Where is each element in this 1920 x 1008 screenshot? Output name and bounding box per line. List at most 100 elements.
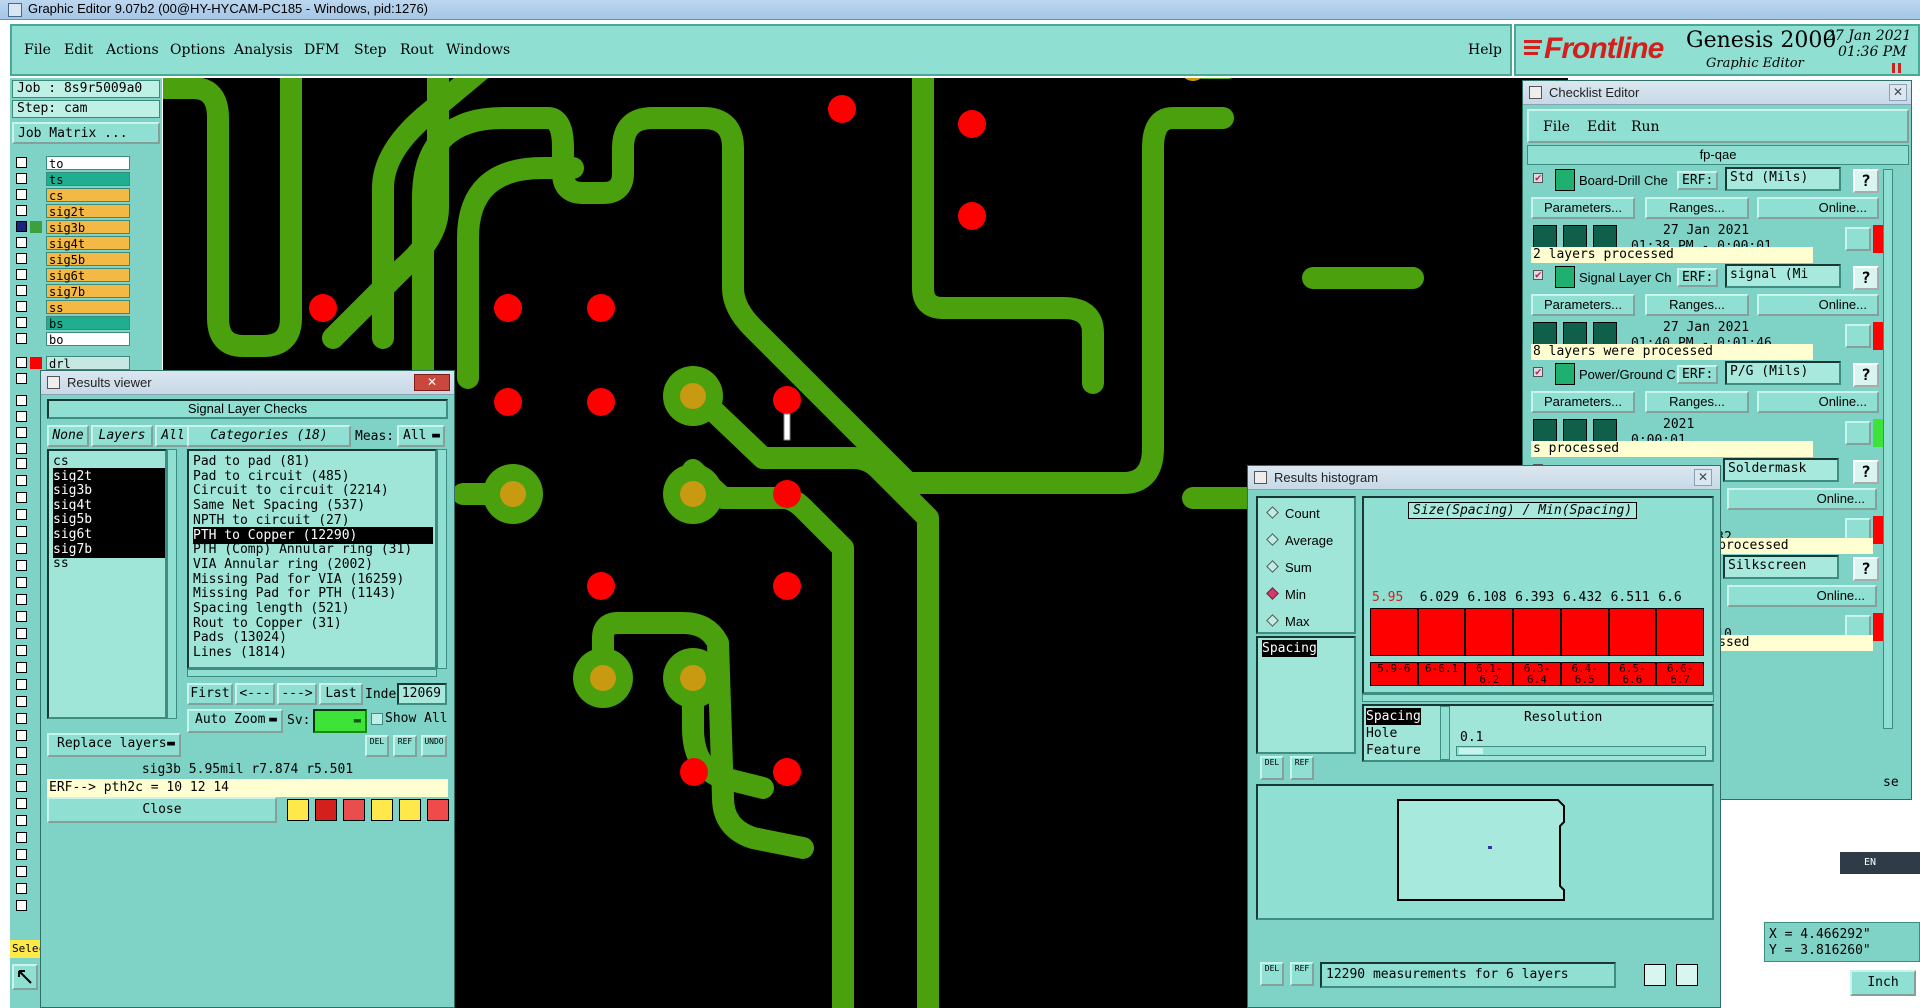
del-button[interactable]: DEL: [365, 735, 389, 757]
layer-name[interactable]: sig3b: [46, 220, 130, 235]
preview-ref-button[interactable]: REF: [1290, 962, 1314, 986]
layer-color-swatch[interactable]: [30, 189, 42, 201]
layer-row-cs[interactable]: cs: [16, 188, 140, 203]
layer-name[interactable]: bs: [46, 316, 130, 331]
resolution-slider-thumb[interactable]: [1459, 748, 1483, 754]
type-feature[interactable]: Feature: [1366, 742, 1421, 759]
layer-visibility-checkbox[interactable]: [16, 317, 27, 328]
excluded-icon[interactable]: [343, 799, 365, 821]
prev-button[interactable]: <---: [235, 683, 275, 705]
layer-row-bo[interactable]: bo: [16, 332, 140, 347]
layer-visibility-checkbox[interactable]: [16, 730, 27, 741]
histogram-del-button[interactable]: DEL: [1260, 756, 1284, 780]
online-button[interactable]: Online...: [1727, 488, 1877, 510]
last-button[interactable]: Last: [319, 683, 363, 705]
layer-color-swatch[interactable]: [30, 237, 42, 249]
layer-visibility-checkbox[interactable]: [16, 747, 27, 758]
radio-max[interactable]: Max: [1266, 614, 1310, 629]
layer-visibility-checkbox[interactable]: [16, 560, 27, 571]
zoom-results-icon[interactable]: [1845, 421, 1871, 445]
menu-dfm[interactable]: DFM: [304, 42, 339, 58]
run-action-icon[interactable]: [1593, 322, 1617, 346]
checklist-menu-run[interactable]: Run: [1631, 119, 1660, 135]
menu-windows[interactable]: Windows: [446, 42, 510, 58]
layer-visibility-checkbox[interactable]: [16, 411, 27, 422]
erf-value-field[interactable]: Std (Mils): [1725, 167, 1841, 191]
layer-color-swatch[interactable]: [30, 317, 42, 329]
layer-name[interactable]: sig7b: [46, 284, 130, 299]
histogram-icon[interactable]: [427, 799, 449, 821]
layer-visibility-checkbox[interactable]: [16, 866, 27, 877]
layer-visibility-checkbox[interactable]: [16, 492, 27, 503]
run-action-icon[interactable]: [1563, 419, 1587, 443]
layer-visibility-checkbox[interactable]: [16, 253, 27, 264]
menu-actions[interactable]: Actions: [106, 42, 159, 58]
layer-row-drl[interactable]: drl: [16, 356, 140, 371]
layer-visibility-checkbox[interactable]: [16, 173, 27, 184]
run-action-icon[interactable]: [1593, 225, 1617, 249]
action-select-checkbox[interactable]: ✔: [1533, 171, 1543, 184]
layer-visibility-checkbox[interactable]: [16, 285, 27, 296]
units-select[interactable]: Inch: [1850, 970, 1916, 996]
resolution-slider[interactable]: [1456, 746, 1706, 756]
layer-visibility-checkbox[interactable]: [16, 221, 27, 232]
layer-results-list[interactable]: cs sig2t sig3b sig4t sig5b sig6t sig7b ss: [47, 449, 167, 719]
select-tool-button[interactable]: [12, 964, 38, 990]
parameters-button[interactable]: Parameters...: [1531, 197, 1635, 219]
menu-options[interactable]: Options: [170, 42, 225, 58]
parameters-button[interactable]: Parameters...: [1531, 294, 1635, 316]
zoom-results-icon[interactable]: [1845, 324, 1871, 348]
radio-min[interactable]: Min: [1266, 587, 1306, 602]
type-list-scrollbar[interactable]: [1440, 706, 1450, 760]
language-indicator[interactable]: EN: [1840, 852, 1920, 874]
online-button[interactable]: Online...: [1757, 294, 1879, 316]
categories-list[interactable]: Pad to pad (81) Pad to circuit (485) Circu…: [187, 449, 437, 669]
action-select-checkbox[interactable]: ✔: [1533, 365, 1543, 378]
layer-visibility-checkbox[interactable]: [16, 781, 27, 792]
histogram-h-scrollbar[interactable]: [1362, 694, 1714, 702]
layer-visibility-checkbox[interactable]: [16, 798, 27, 809]
layer-visibility-checkbox[interactable]: [16, 357, 27, 368]
erf-value-field[interactable]: signal (Mi: [1725, 264, 1841, 288]
layer-list-scrollbar[interactable]: [167, 449, 177, 719]
categories-scrollbar[interactable]: [437, 449, 447, 669]
type-hole[interactable]: Hole: [1366, 725, 1397, 742]
erf-value-field[interactable]: P/G (Mils): [1725, 361, 1841, 385]
zoom-results-icon[interactable]: [1845, 227, 1871, 251]
close-button[interactable]: Close: [47, 797, 277, 823]
run-action-icon[interactable]: [1563, 225, 1587, 249]
next-button[interactable]: --->: [277, 683, 317, 705]
run-action-icon[interactable]: [1563, 322, 1587, 346]
layer-visibility-checkbox[interactable]: [16, 157, 27, 168]
zoom-in-icon[interactable]: [1644, 964, 1666, 986]
layer-visibility-checkbox[interactable]: [16, 526, 27, 537]
layer-visibility-checkbox[interactable]: [16, 509, 27, 520]
replace-layers-select[interactable]: Replace layers ▬: [47, 733, 181, 757]
zoom-out-icon[interactable]: [1676, 964, 1698, 986]
layer-visibility-checkbox[interactable]: [16, 269, 27, 280]
layer-row-sig4t[interactable]: sig4t: [16, 236, 140, 251]
menu-edit[interactable]: Edit: [64, 42, 93, 58]
layer-color-swatch[interactable]: [30, 357, 42, 369]
layer-color-swatch[interactable]: [30, 333, 42, 345]
close-window-button[interactable]: ✕: [414, 374, 450, 391]
histogram-list-item[interactable]: Spacing: [1262, 640, 1317, 657]
layer-visibility-checkbox[interactable]: [16, 713, 27, 724]
layer-visibility-checkbox[interactable]: [16, 543, 27, 554]
histogram-ref-button[interactable]: REF: [1290, 756, 1314, 780]
layer-name[interactable]: drl: [46, 356, 130, 371]
ranges-button[interactable]: Ranges...: [1645, 197, 1749, 219]
run-action-icon[interactable]: [1533, 419, 1557, 443]
notes-icon[interactable]: [399, 799, 421, 821]
ranges-button[interactable]: Ranges...: [1645, 391, 1749, 413]
layer-name[interactable]: cs: [46, 188, 130, 203]
layer-visibility-checkbox[interactable]: [16, 900, 27, 911]
layer-name[interactable]: ts: [46, 172, 130, 187]
layer-row-sig6t[interactable]: sig6t: [16, 268, 140, 283]
layer-visibility-checkbox[interactable]: [16, 594, 27, 605]
layer-visibility-checkbox[interactable]: [16, 333, 27, 344]
radio-sum[interactable]: Sum: [1266, 560, 1312, 575]
layer-visibility-checkbox[interactable]: [16, 628, 27, 639]
layer-row-sig3b[interactable]: sig3b: [16, 220, 140, 235]
layer-row-sig7b[interactable]: sig7b: [16, 284, 140, 299]
